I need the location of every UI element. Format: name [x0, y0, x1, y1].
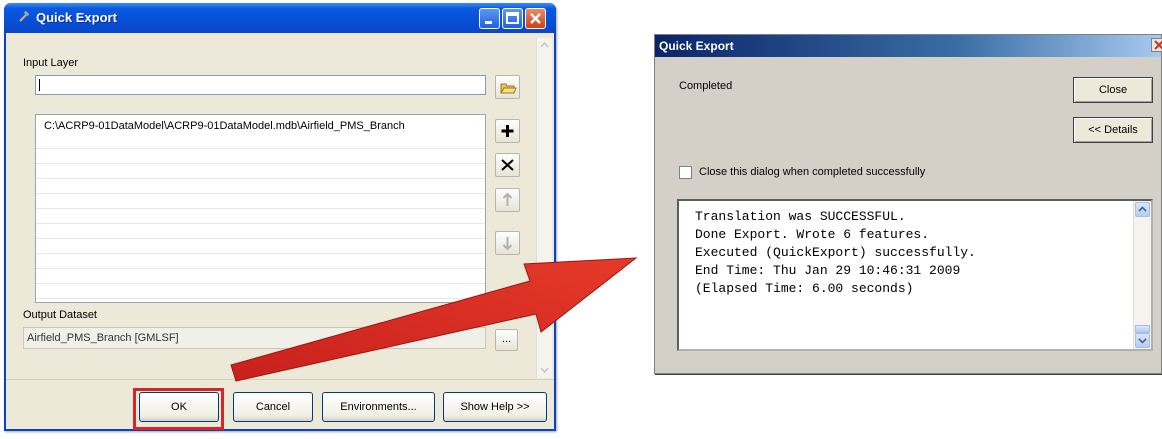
- red-arrow-icon: [230, 257, 638, 382]
